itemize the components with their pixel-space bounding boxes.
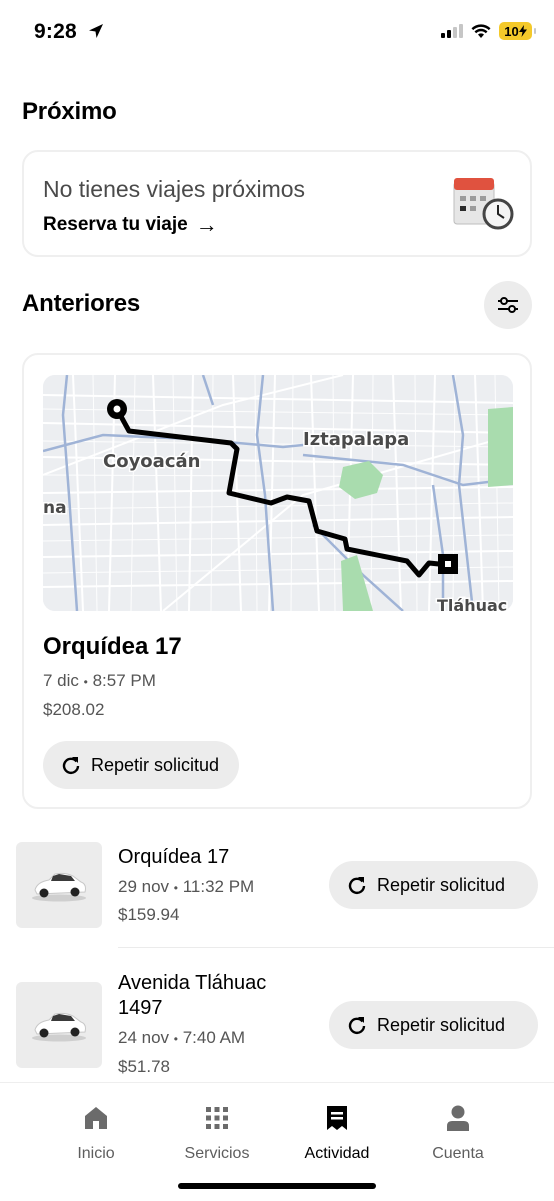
trip-datetime: 24 nov • 7:40 AM xyxy=(118,1028,245,1048)
upcoming-empty-text: No tienes viajes próximos xyxy=(43,176,306,202)
nav-item-inicio[interactable]: Inicio xyxy=(41,1101,151,1163)
person-icon xyxy=(447,1105,469,1131)
repeat-request-button[interactable]: Repetir solicitud xyxy=(329,861,538,909)
signal-icon xyxy=(441,24,463,38)
nav-label: Cuenta xyxy=(432,1145,484,1162)
trip-time: 11:32 PM xyxy=(182,877,255,896)
car-icon xyxy=(32,1012,86,1042)
upcoming-title: Próximo xyxy=(22,98,117,125)
map-label: Coyoacán xyxy=(103,451,200,472)
battery-indicator: 10 xyxy=(499,22,536,40)
divider xyxy=(118,947,554,948)
upcoming-card[interactable]: No tienes viajes próximos Reserva tu via… xyxy=(22,150,532,257)
trip-time: 8:57 PM xyxy=(92,671,156,690)
reserve-trip-label: Reserva tu viaje xyxy=(43,214,188,235)
route-map[interactable]: Coyoacán Iztapalapa na Tláhuac xyxy=(43,375,513,611)
repeat-request-button[interactable]: Repetir solicitud xyxy=(43,741,240,789)
receipt-icon xyxy=(327,1106,347,1130)
trip-date: 7 dic xyxy=(43,671,79,690)
nav-label: Servicios xyxy=(184,1145,250,1162)
wifi-icon xyxy=(471,23,491,38)
meta-separator: • xyxy=(173,1032,178,1046)
list-item[interactable]: Orquídea 17 29 nov • 11:32 PM $159.94 Re… xyxy=(0,830,554,940)
filter-button[interactable] xyxy=(484,281,532,329)
nav-label: Actividad xyxy=(304,1145,370,1162)
past-trips-title: Anteriores xyxy=(22,290,141,317)
calendar-clock-icon xyxy=(453,178,514,230)
reserve-trip-link[interactable]: Reserva tu viaje → xyxy=(43,212,218,238)
featured-trip-card[interactable]: Coyoacán Iztapalapa na Tláhuac Orquídea … xyxy=(22,353,532,809)
map-label: Iztapalapa xyxy=(303,429,409,450)
trip-datetime: 29 nov • 11:32 PM xyxy=(118,877,254,897)
route-map-graphic: Coyoacán Iztapalapa na Tláhuac xyxy=(43,375,513,611)
car-thumbnail xyxy=(16,982,102,1068)
grid-icon xyxy=(206,1107,228,1129)
battery-level: 10 xyxy=(504,23,519,39)
nav-item-actividad[interactable]: Actividad xyxy=(282,1101,392,1163)
repeat-request-button[interactable]: Repetir solicitud xyxy=(329,1001,538,1049)
trip-destination: Avenida Tláhuac 1497 xyxy=(118,972,267,1019)
refresh-icon xyxy=(348,1017,366,1035)
arrow-right-icon: → xyxy=(195,212,218,237)
sliders-icon xyxy=(498,297,518,313)
repeat-request-label: Repetir solicitud xyxy=(377,874,506,895)
nav-item-cuenta[interactable]: Cuenta xyxy=(403,1101,513,1163)
featured-trip-datetime: 7 dic • 8:57 PM xyxy=(43,671,156,691)
clock: 9:28 xyxy=(34,20,77,43)
refresh-icon xyxy=(62,757,80,775)
home-indicator xyxy=(178,1183,376,1189)
trip-price: $51.78 xyxy=(118,1057,170,1076)
car-thumbnail xyxy=(16,842,102,928)
status-indicators: 10 xyxy=(441,22,536,40)
car-icon xyxy=(32,872,86,902)
repeat-request-label: Repetir solicitud xyxy=(377,1014,506,1035)
meta-separator: • xyxy=(83,675,88,689)
map-label: Tláhuac xyxy=(437,596,507,611)
trip-destination: Orquídea 17 xyxy=(118,846,230,868)
home-icon xyxy=(85,1107,107,1129)
status-time: 9:28 xyxy=(34,20,105,44)
list-item[interactable]: Avenida Tláhuac 1497 24 nov • 7:40 AM $5… xyxy=(0,965,554,1082)
nav-item-servicios[interactable]: Servicios xyxy=(162,1101,272,1163)
featured-trip-destination: Orquídea 17 xyxy=(43,633,182,660)
meta-separator: • xyxy=(173,881,178,895)
repeat-request-label: Repetir solicitud xyxy=(91,754,220,775)
trip-price: $159.94 xyxy=(118,905,180,924)
refresh-icon xyxy=(348,877,366,895)
featured-trip-price: $208.02 xyxy=(43,700,105,719)
nav-label: Inicio xyxy=(77,1145,115,1162)
map-label: na xyxy=(43,498,67,518)
trip-time: 7:40 AM xyxy=(182,1028,246,1047)
trip-date: 29 nov xyxy=(118,877,170,896)
location-arrow-icon xyxy=(88,24,103,38)
trip-date: 24 nov xyxy=(118,1028,170,1047)
charging-bolt-icon xyxy=(518,25,527,37)
